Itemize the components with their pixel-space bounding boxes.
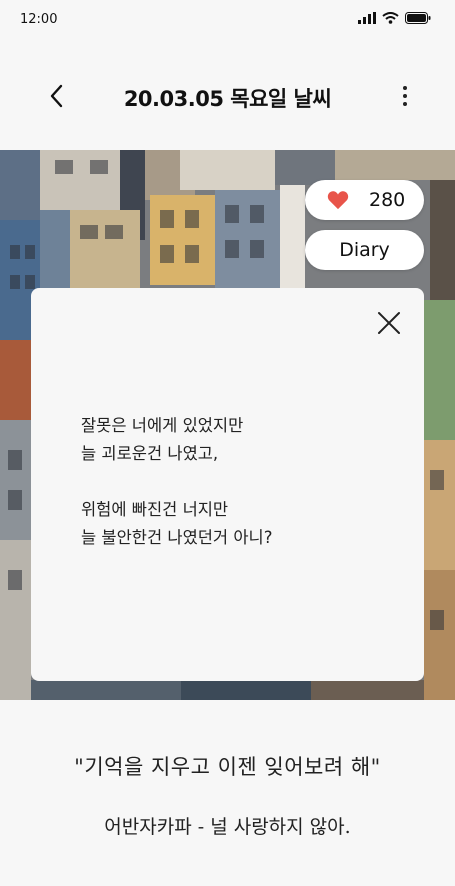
lyrics-line: 위험에 빠진건 너지만	[81, 500, 229, 519]
more-options-button[interactable]	[395, 80, 415, 112]
heart-icon	[327, 191, 349, 210]
lyrics-line: 늘 괴로운건 나였고,	[81, 444, 219, 463]
lyrics-line: 늘 불안한건 나였던거 아니?	[81, 528, 273, 547]
page-title: 20.03.05 목요일 날씨	[123, 87, 332, 111]
quote-text: "기억을 지우고 이젠 잊어보려 해"	[74, 755, 381, 779]
status-time: 12:00	[20, 12, 58, 27]
like-button[interactable]: 280	[305, 180, 424, 220]
like-count: 280	[369, 189, 406, 211]
battery-icon	[405, 12, 431, 24]
close-icon	[378, 312, 400, 334]
close-button[interactable]	[376, 310, 402, 336]
lyrics-line: 잘못은 너에게 있었지만	[81, 416, 244, 435]
lyrics-text: 잘못은 너에게 있었지만 늘 괴로운건 나였고, 위험에 빠진건 너지만 늘 불…	[81, 412, 272, 552]
more-icon-dot	[403, 86, 407, 90]
status-bar: 12:00	[0, 0, 455, 40]
diary-button[interactable]: Diary	[305, 230, 424, 270]
song-credit: 어반자카파 - 널 사랑하지 않아.	[104, 816, 351, 838]
wifi-icon	[382, 12, 399, 24]
more-icon-dot	[403, 94, 407, 98]
signal-icon	[358, 12, 376, 24]
top-nav: 20.03.05 목요일 날씨	[0, 70, 455, 122]
status-icons	[358, 12, 431, 24]
lyrics-modal: 잘못은 너에게 있었지만 늘 괴로운건 나였고, 위험에 빠진건 너지만 늘 불…	[31, 288, 424, 681]
more-icon-dot	[403, 102, 407, 106]
